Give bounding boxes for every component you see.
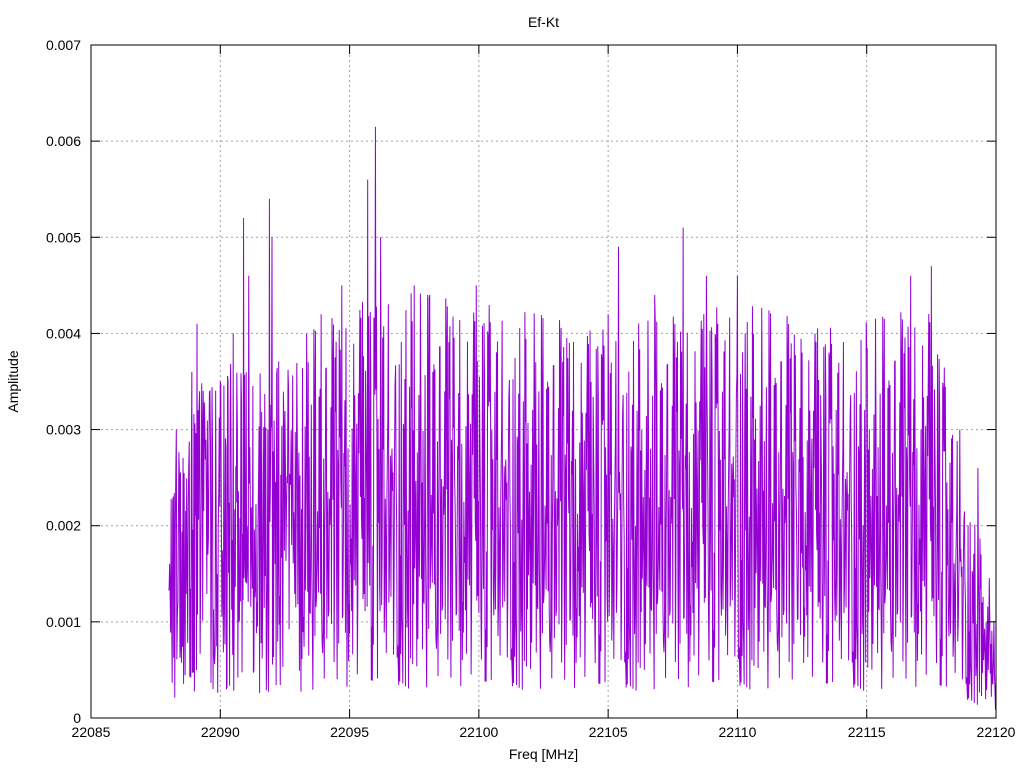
- x-tick-label: 22105: [589, 724, 628, 740]
- x-tick-label: 22095: [330, 724, 369, 740]
- y-tick-label: 0: [73, 710, 81, 726]
- y-tick-label: 0.005: [46, 229, 81, 245]
- y-tick-label: 0.002: [46, 518, 81, 534]
- x-tick-label: 22110: [718, 724, 756, 740]
- y-tick-label: 0.007: [46, 37, 81, 53]
- x-axis-label: Freq [MHz]: [509, 746, 578, 762]
- chart: 22085 22090 22095 22100 22105 22110 22115 22120…: [5, 14, 1016, 762]
- x-tick-label: 22120: [977, 724, 1016, 740]
- x-tick-label: 22115: [848, 724, 886, 740]
- x-tick-label: 22090: [201, 724, 240, 740]
- y-axis-label: Amplitude: [5, 350, 21, 412]
- y-tick-label: 0.001: [46, 614, 81, 630]
- x-tick-label: 22100: [459, 724, 498, 740]
- y-tick-label: 0.004: [46, 325, 81, 341]
- chart-title: Ef-Kt: [528, 14, 559, 30]
- y-tick-label: 0.006: [46, 133, 81, 149]
- x-tick-label: 22085: [72, 724, 111, 740]
- y-tick-label: 0.003: [46, 422, 81, 438]
